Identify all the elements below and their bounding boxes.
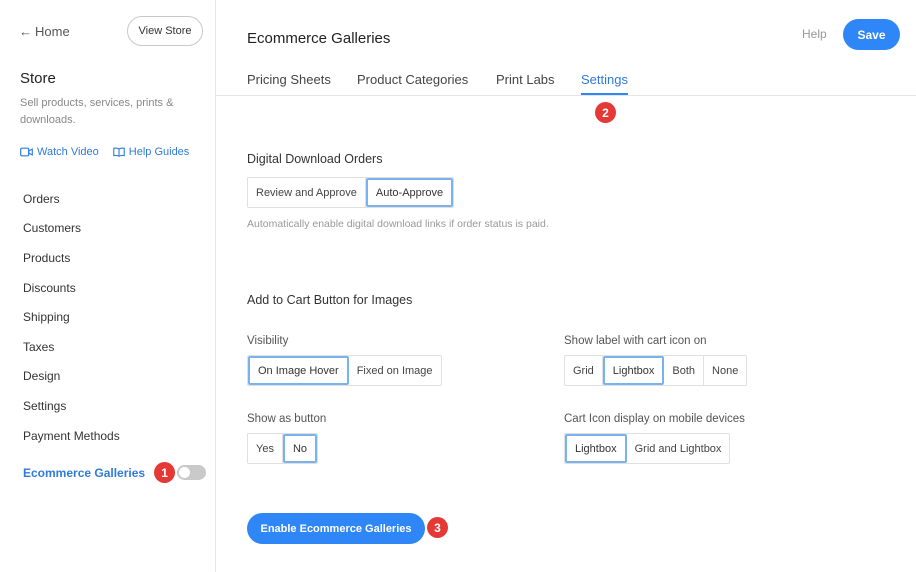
- main-content: Ecommerce Galleries Help Save Pricing Sh…: [216, 0, 916, 572]
- visibility-label: Visibility: [247, 335, 289, 347]
- help-link[interactable]: Help: [802, 27, 827, 41]
- tab-product-categories[interactable]: Product Categories: [357, 72, 468, 87]
- tab-bar: Pricing Sheets Product Categories Print …: [216, 70, 916, 96]
- book-icon: [113, 147, 125, 157]
- sidebar-item-shipping[interactable]: Shipping: [23, 302, 120, 332]
- help-guides-link[interactable]: Help Guides: [113, 146, 190, 158]
- option-grid-and-lightbox[interactable]: Grid and Lightbox: [627, 434, 730, 463]
- sidebar-item-design[interactable]: Design: [23, 362, 120, 392]
- sidebar: ← Home View Store Store Sell products, s…: [0, 0, 216, 572]
- sidebar-item-discounts[interactable]: Discounts: [23, 273, 120, 303]
- enable-ecommerce-galleries-button[interactable]: Enable Ecommerce Galleries: [247, 513, 425, 544]
- watch-video-link[interactable]: Watch Video: [20, 146, 99, 158]
- home-label: Home: [35, 24, 70, 39]
- option-review-and-approve[interactable]: Review and Approve: [248, 178, 366, 207]
- digital-download-help-text: Automatically enable digital download li…: [247, 218, 549, 230]
- option-yes[interactable]: Yes: [248, 434, 283, 463]
- watch-video-label: Watch Video: [37, 146, 99, 158]
- step-badge-1: 1: [154, 462, 176, 483]
- show-as-button-selector: Yes No: [247, 433, 319, 464]
- option-on-image-hover[interactable]: On Image Hover: [248, 356, 349, 385]
- store-title: Store: [20, 70, 56, 87]
- option-grid[interactable]: Grid: [565, 356, 603, 385]
- step-badge-2: 2: [595, 102, 616, 123]
- step-badge-3: 3: [427, 517, 448, 538]
- option-lightbox[interactable]: Lightbox: [602, 356, 665, 385]
- option-none[interactable]: None: [704, 356, 746, 385]
- ecommerce-galleries-toggle[interactable]: [177, 465, 207, 480]
- digital-download-selector: Review and Approve Auto-Approve: [247, 177, 455, 208]
- page-title: Ecommerce Galleries: [247, 30, 391, 47]
- digital-download-title: Digital Download Orders: [247, 152, 383, 166]
- sidebar-item-products[interactable]: Products: [23, 243, 120, 273]
- help-guides-label: Help Guides: [128, 146, 190, 158]
- back-arrow-icon: ←: [19, 24, 32, 39]
- option-mobile-lightbox[interactable]: Lightbox: [565, 434, 627, 463]
- mobile-display-selector: Lightbox Grid and Lightbox: [564, 433, 731, 464]
- tab-pricing-sheets[interactable]: Pricing Sheets: [247, 72, 331, 87]
- toggle-knob: [179, 467, 191, 478]
- show-label-label: Show label with cart icon on: [564, 335, 707, 347]
- home-link[interactable]: ← Home: [19, 24, 70, 39]
- save-button[interactable]: Save: [843, 19, 900, 50]
- show-as-button-label: Show as button: [247, 413, 327, 425]
- sidebar-item-ecommerce-galleries[interactable]: Ecommerce Galleries 1: [23, 462, 207, 483]
- ecommerce-galleries-label: Ecommerce Galleries: [23, 465, 146, 480]
- help-links: Watch Video Help Guides: [20, 146, 189, 158]
- view-store-button[interactable]: View Store: [127, 16, 203, 46]
- video-camera-icon: [20, 147, 33, 157]
- tab-print-labs[interactable]: Print Labs: [496, 72, 555, 87]
- sidebar-item-settings[interactable]: Settings: [23, 391, 120, 421]
- sidebar-item-taxes[interactable]: Taxes: [23, 332, 120, 362]
- mobile-display-label: Cart Icon display on mobile devices: [564, 413, 745, 425]
- sidebar-item-payment-methods[interactable]: Payment Methods: [23, 421, 120, 451]
- option-both[interactable]: Both: [664, 356, 705, 385]
- store-description: Sell products, services, prints & downlo…: [20, 97, 174, 126]
- sidebar-item-orders[interactable]: Orders: [23, 184, 120, 214]
- sidebar-item-customers[interactable]: Customers: [23, 214, 120, 244]
- option-no[interactable]: No: [282, 434, 318, 463]
- visibility-selector: On Image Hover Fixed on Image: [247, 355, 442, 386]
- add-to-cart-title: Add to Cart Button for Images: [247, 293, 413, 307]
- show-label-selector: Grid Lightbox Both None: [564, 355, 748, 386]
- option-fixed-on-image[interactable]: Fixed on Image: [349, 356, 441, 385]
- option-auto-approve[interactable]: Auto-Approve: [365, 178, 454, 207]
- sidebar-nav: Orders Customers Products Discounts Ship…: [23, 184, 120, 450]
- tab-settings[interactable]: Settings: [581, 72, 628, 95]
